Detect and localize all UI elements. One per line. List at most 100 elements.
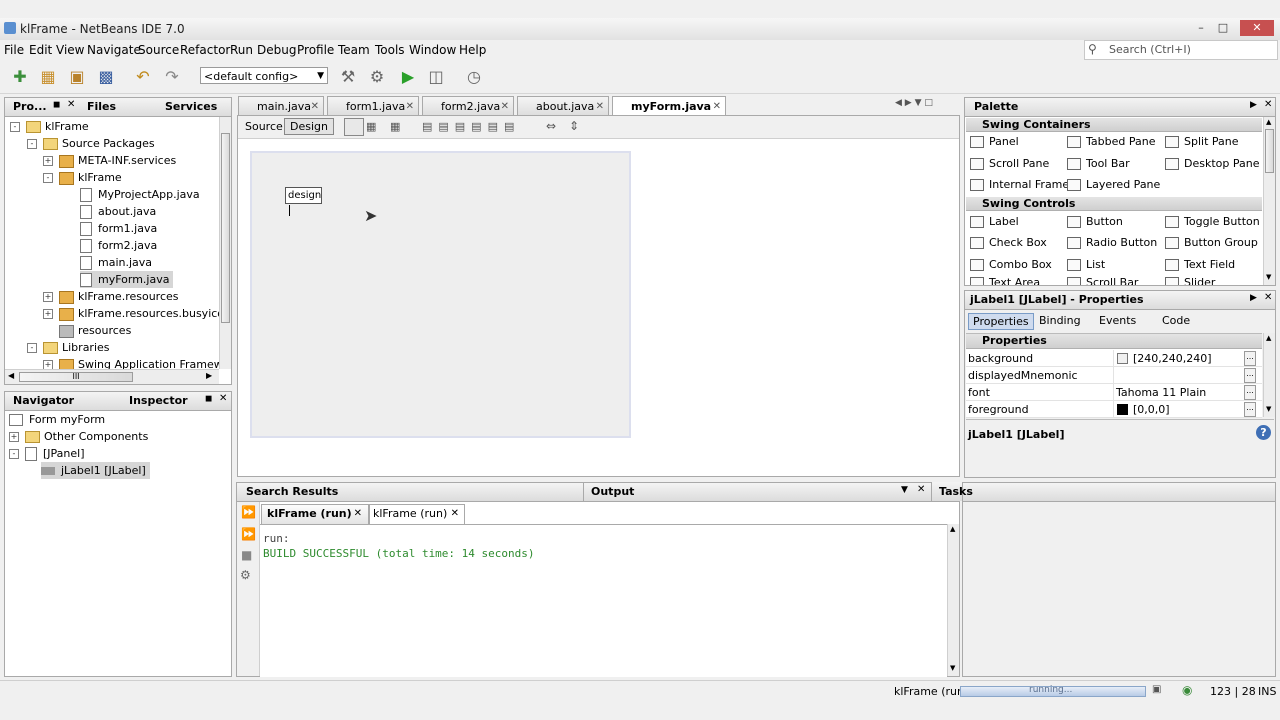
tab-output[interactable]: Output: [591, 485, 634, 498]
scroll-tabs-left-icon[interactable]: ◀: [895, 98, 902, 108]
nav-item-other-components[interactable]: + Other Components: [9, 428, 148, 445]
cancel-task-icon[interactable]: ▣: [1152, 684, 1161, 695]
minimize-panel-icon[interactable]: ▶: [1250, 293, 1257, 303]
maximize-editor-icon[interactable]: □: [924, 98, 933, 108]
scroll-up-icon[interactable]: ▲: [950, 525, 955, 533]
tree-item-package[interactable]: + META-INF.services: [43, 152, 176, 169]
palette-item[interactable]: Panel: [970, 133, 1019, 151]
close-tab-icon[interactable]: ✕: [354, 505, 362, 523]
minimize-panel-icon[interactable]: ◼: [53, 100, 60, 110]
palette-item[interactable]: Check Box: [970, 234, 1047, 252]
scroll-tabs-right-icon[interactable]: ▶: [905, 98, 912, 108]
palette-item[interactable]: Scroll Bar: [1067, 276, 1138, 285]
help-icon[interactable]: ?: [1256, 425, 1271, 440]
redo-icon[interactable]: ↷: [161, 67, 183, 87]
tab-services[interactable]: Services: [165, 100, 217, 113]
minimize-panel-icon[interactable]: ▶: [1250, 100, 1257, 110]
tab-properties[interactable]: Properties: [968, 313, 1034, 330]
menu-navigate[interactable]: Navigate: [87, 43, 141, 57]
minimize-panel-icon[interactable]: ▼: [901, 485, 908, 495]
close-tab-icon[interactable]: ✕: [1264, 99, 1272, 110]
palette-item[interactable]: Tabbed Pane: [1067, 133, 1155, 151]
new-file-icon[interactable]: ✚: [9, 67, 31, 87]
property-section[interactable]: Properties: [966, 334, 1262, 349]
palette-vscroll[interactable]: ▲ ▼: [1263, 117, 1275, 285]
nav-item-jlabel-selected[interactable]: jLabel1 [JLabel]: [41, 462, 150, 479]
tree-item-file-selected[interactable]: myForm.java: [80, 271, 174, 288]
scroll-down-icon[interactable]: ▼: [1266, 273, 1271, 281]
rerun-different-icon[interactable]: ⏩: [241, 527, 256, 541]
tab-form1-java[interactable]: form1.java ✕: [327, 96, 419, 115]
scroll-up-icon[interactable]: ▲: [1266, 334, 1271, 342]
notification-icon[interactable]: ◉: [1182, 683, 1192, 697]
search-box[interactable]: ⚲ Search (Ctrl+I): [1084, 40, 1278, 60]
selection-mode-icon[interactable]: [344, 118, 364, 136]
tab-about-java[interactable]: about.java ✕: [517, 96, 609, 115]
tab-code[interactable]: Code: [1162, 314, 1190, 327]
palette-item[interactable]: Button Group: [1165, 234, 1258, 252]
menu-team[interactable]: Team: [338, 43, 370, 57]
tab-form2-java[interactable]: form2.java ✕: [422, 96, 514, 115]
palette-item[interactable]: Tool Bar: [1067, 155, 1130, 173]
palette-item[interactable]: Layered Pane: [1067, 176, 1160, 194]
output-console[interactable]: run: BUILD SUCCESSFUL (total time: 14 se…: [260, 524, 947, 677]
ellipsis-button[interactable]: ...: [1244, 351, 1256, 366]
scroll-down-icon[interactable]: ▼: [1266, 405, 1271, 413]
editor-tab-controls[interactable]: ◀ ▶ ▼ □: [895, 98, 955, 112]
menu-run[interactable]: Run: [230, 43, 253, 57]
menu-profile[interactable]: Profile: [297, 43, 334, 57]
menu-window[interactable]: Window: [409, 43, 456, 57]
palette-category-controls[interactable]: Swing Controls: [966, 197, 1262, 211]
close-tab-icon[interactable]: ✕: [917, 484, 925, 495]
align-icons[interactable]: ▤▤▤▤▤▤: [422, 120, 520, 133]
menu-source[interactable]: Source: [138, 43, 179, 57]
tree-item-package[interactable]: +klFrame.resources.busyicons: [43, 305, 219, 322]
nav-item-form[interactable]: Form myForm: [9, 411, 105, 428]
rerun-icon[interactable]: ⏩: [241, 505, 256, 519]
design-canvas-jpanel[interactable]: design ➤: [250, 151, 631, 438]
menu-view[interactable]: View: [56, 43, 84, 57]
tab-run-output-2[interactable]: klFrame (run) #2✕: [369, 504, 465, 538]
palette-item[interactable]: List: [1067, 256, 1105, 274]
tab-main-java[interactable]: main.java ✕: [238, 96, 324, 115]
tree-item-file[interactable]: main.java: [80, 254, 152, 271]
palette-item[interactable]: Desktop Pane: [1165, 155, 1259, 173]
close-tab-icon[interactable]: ✕: [406, 97, 414, 116]
scroll-right-icon[interactable]: ▶: [206, 371, 212, 380]
close-tab-icon[interactable]: ✕: [67, 99, 75, 110]
palette-item[interactable]: Radio Button: [1067, 234, 1157, 252]
property-value[interactable]: [240,240,240]: [1133, 350, 1212, 367]
ellipsis-button[interactable]: ...: [1244, 402, 1256, 417]
menu-tools[interactable]: Tools: [375, 43, 405, 57]
palette-item[interactable]: Internal Frame: [970, 176, 1069, 194]
projects-hscroll-thumb[interactable]: III: [19, 372, 133, 382]
close-tab-icon[interactable]: ✕: [311, 97, 319, 116]
palette-item[interactable]: Scroll Pane: [970, 155, 1049, 173]
profile-icon[interactable]: ◷: [463, 67, 485, 87]
property-value[interactable]: [0,0,0]: [1133, 401, 1170, 418]
tree-item-source-packages[interactable]: - Source Packages: [27, 135, 155, 152]
palette-item[interactable]: Label: [970, 213, 1019, 231]
projects-hscroll[interactable]: ◀ III ▶: [5, 369, 219, 384]
scroll-up-icon[interactable]: ▲: [1266, 118, 1271, 126]
tree-item-package[interactable]: resources: [59, 322, 131, 339]
tab-list-icon[interactable]: ▼: [915, 98, 922, 108]
build-hammer-icon[interactable]: ⚒: [337, 67, 359, 87]
source-button[interactable]: Source: [245, 120, 283, 133]
property-row[interactable]: background [240,240,240] ...: [966, 350, 1262, 367]
palette-item[interactable]: Button: [1067, 213, 1123, 231]
property-row[interactable]: foreground [0,0,0] ...: [966, 401, 1262, 418]
progress-bar[interactable]: running...: [960, 685, 1146, 697]
run-icon[interactable]: ▶: [397, 67, 419, 87]
menu-file[interactable]: File: [4, 43, 24, 57]
menu-debug[interactable]: Debug: [257, 43, 296, 57]
close-tab-icon[interactable]: ✕: [501, 97, 509, 116]
tree-item-file[interactable]: MyProjectApp.java: [80, 186, 200, 203]
status-run-label[interactable]: klFrame (run): [894, 685, 968, 698]
close-icon[interactable]: ✕: [1240, 20, 1274, 36]
palette-item[interactable]: Toggle Button: [1165, 213, 1260, 231]
scroll-left-icon[interactable]: ◀: [8, 371, 14, 380]
undo-icon[interactable]: ↶: [132, 67, 154, 87]
tree-item-package[interactable]: - klFrame: [43, 169, 122, 186]
resize-vertical-icon[interactable]: ⇕: [569, 119, 579, 133]
